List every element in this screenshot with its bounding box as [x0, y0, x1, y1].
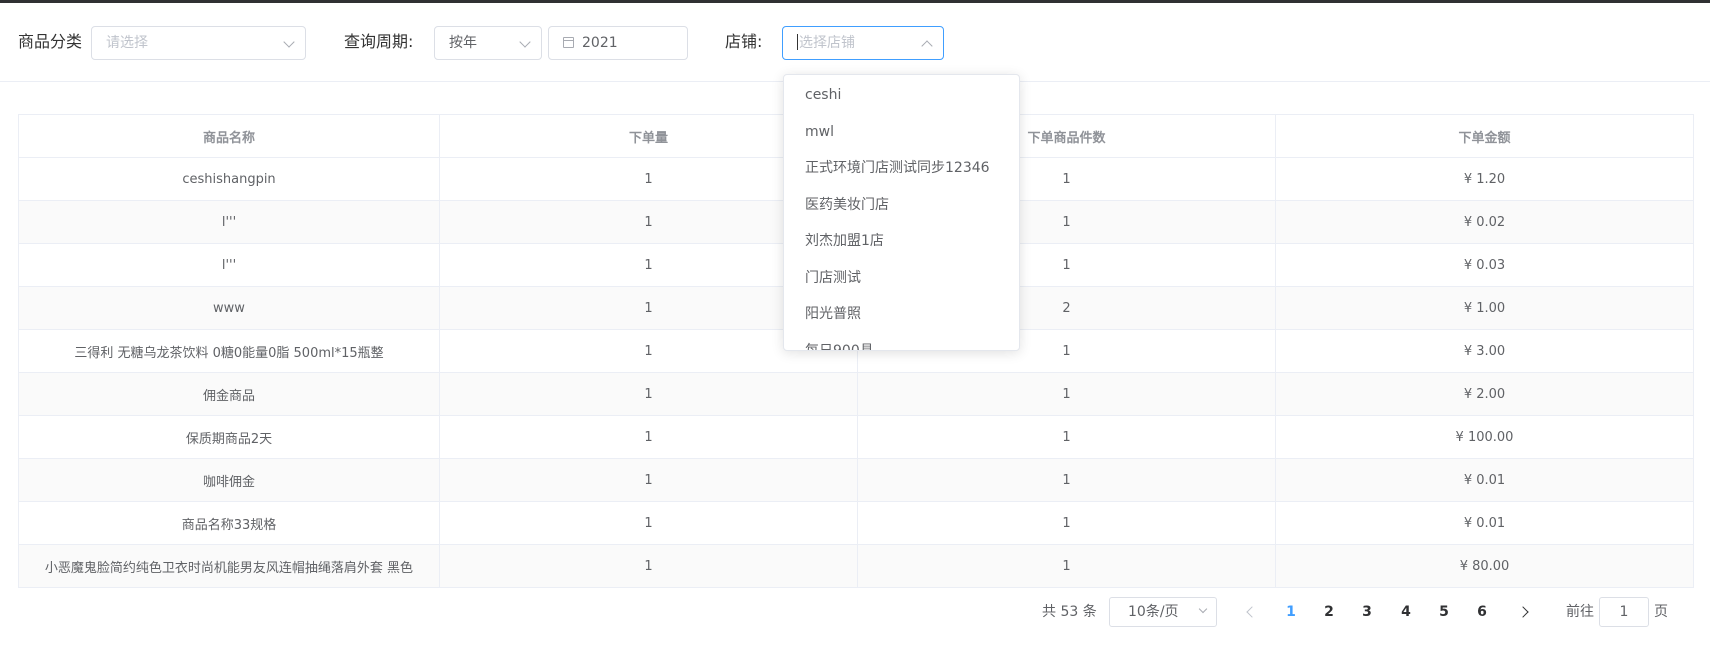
cell-order-count: 1: [439, 372, 858, 416]
period-select[interactable]: 按年: [434, 26, 542, 60]
cell-item-count: 1: [857, 501, 1276, 545]
store-option[interactable]: 门店测试: [784, 260, 1019, 297]
cell-item-count: 1: [857, 372, 1276, 416]
cell-product-name: ceshishangpin: [18, 157, 440, 201]
year-picker[interactable]: 2021: [548, 26, 688, 60]
cell-order-amount: ¥ 100.00: [1275, 415, 1694, 459]
chevron-down-icon: [1198, 604, 1208, 614]
cell-item-count: 1: [857, 458, 1276, 502]
cell-order-count: 1: [439, 458, 858, 502]
page-2-button[interactable]: 2: [1314, 597, 1344, 627]
cell-item-count: 1: [857, 544, 1276, 588]
cell-order-amount: ¥ 0.03: [1275, 243, 1694, 287]
store-select[interactable]: 选择店铺: [782, 26, 944, 60]
cell-order-amount: ¥ 1.00: [1275, 286, 1694, 330]
cell-order-amount: ¥ 1.20: [1275, 157, 1694, 201]
cell-order-amount: ¥ 0.01: [1275, 458, 1694, 502]
category-placeholder: 请选择: [106, 35, 148, 51]
page-5-button[interactable]: 5: [1429, 597, 1459, 627]
chevron-down-icon: [283, 36, 295, 48]
page-6-button[interactable]: 6: [1467, 597, 1497, 627]
store-option[interactable]: ceshi: [784, 77, 1019, 114]
store-option[interactable]: 医药美妆门店: [784, 187, 1019, 224]
page-3-button[interactable]: 3: [1352, 597, 1382, 627]
cell-product-name: 商品名称33规格: [18, 501, 440, 545]
page-1-button[interactable]: 1: [1276, 597, 1306, 627]
cell-product-name: 咖啡佣金: [18, 458, 440, 502]
chevron-up-icon: [921, 40, 933, 52]
cell-product-name: 三得利 无糖乌龙茶饮料 0糖0能量0脂 500ml*15瓶整: [18, 329, 440, 373]
pagination-total: 共 53 条: [1042, 604, 1097, 620]
cell-order-amount: ¥ 3.00: [1275, 329, 1694, 373]
cell-product-name: l''': [18, 243, 440, 287]
cell-order-count: 1: [439, 544, 858, 588]
page-size-value: 10条/页: [1128, 604, 1179, 620]
chevron-right-icon[interactable]: [1517, 606, 1529, 618]
cell-order-amount: ¥ 0.02: [1275, 200, 1694, 244]
top-border: [0, 0, 1710, 3]
year-value: 2021: [582, 35, 618, 51]
cell-order-count: 1: [439, 501, 858, 545]
store-option[interactable]: mwl: [784, 114, 1019, 151]
category-label: 商品分类: [18, 32, 83, 51]
cell-product-name: 佣金商品: [18, 372, 440, 416]
cell-item-count: 1: [857, 415, 1276, 459]
table-row: 小恶魔鬼脸简约纯色卫衣时尚机能男友风连帽抽绳落肩外套 黑色 1 1 ¥ 80.00: [18, 544, 1694, 588]
period-value: 按年: [449, 35, 477, 51]
calendar-icon: [563, 37, 574, 48]
cell-product-name: 小恶魔鬼脸简约纯色卫衣时尚机能男友风连帽抽绳落肩外套 黑色: [18, 544, 440, 588]
cell-order-amount: ¥ 0.01: [1275, 501, 1694, 545]
text-caret: [797, 34, 798, 50]
table-row: 佣金商品 1 1 ¥ 2.00: [18, 372, 1694, 416]
goto-label: 前往: [1566, 604, 1594, 620]
cell-product-name: 保质期商品2天: [18, 415, 440, 459]
page-suffix: 页: [1654, 604, 1668, 620]
cell-order-amount: ¥ 2.00: [1275, 372, 1694, 416]
page-size-select[interactable]: 10条/页: [1109, 597, 1217, 627]
cell-order-count: 1: [439, 415, 858, 459]
column-header-product-name[interactable]: 商品名称: [18, 114, 440, 158]
chevron-down-icon: [519, 36, 531, 48]
chevron-left-icon[interactable]: [1246, 606, 1258, 618]
table-row: 保质期商品2天 1 1 ¥ 100.00: [18, 415, 1694, 459]
store-option[interactable]: 正式环境门店测试同步12346: [784, 150, 1019, 187]
table-row: 商品名称33规格 1 1 ¥ 0.01: [18, 501, 1694, 545]
table-row: 咖啡佣金 1 1 ¥ 0.01: [18, 458, 1694, 502]
period-label: 查询周期:: [344, 32, 414, 51]
cell-order-amount: ¥ 80.00: [1275, 544, 1694, 588]
store-option[interactable]: 阳光普照: [784, 296, 1019, 333]
cell-product-name: www: [18, 286, 440, 330]
cell-product-name: l''': [18, 200, 440, 244]
store-option[interactable]: 刘杰加盟1店: [784, 223, 1019, 260]
page-4-button[interactable]: 4: [1391, 597, 1421, 627]
store-placeholder: 选择店铺: [799, 35, 855, 51]
column-header-order-amount[interactable]: 下单金额: [1275, 114, 1694, 158]
goto-page-input[interactable]: 1: [1599, 597, 1649, 627]
store-label: 店铺:: [725, 32, 763, 51]
store-option[interactable]: 每日900具…: [784, 333, 1019, 351]
store-dropdown: ceshi mwl 正式环境门店测试同步12346 医药美妆门店 刘杰加盟1店 …: [783, 74, 1020, 351]
category-select[interactable]: 请选择: [91, 26, 306, 60]
